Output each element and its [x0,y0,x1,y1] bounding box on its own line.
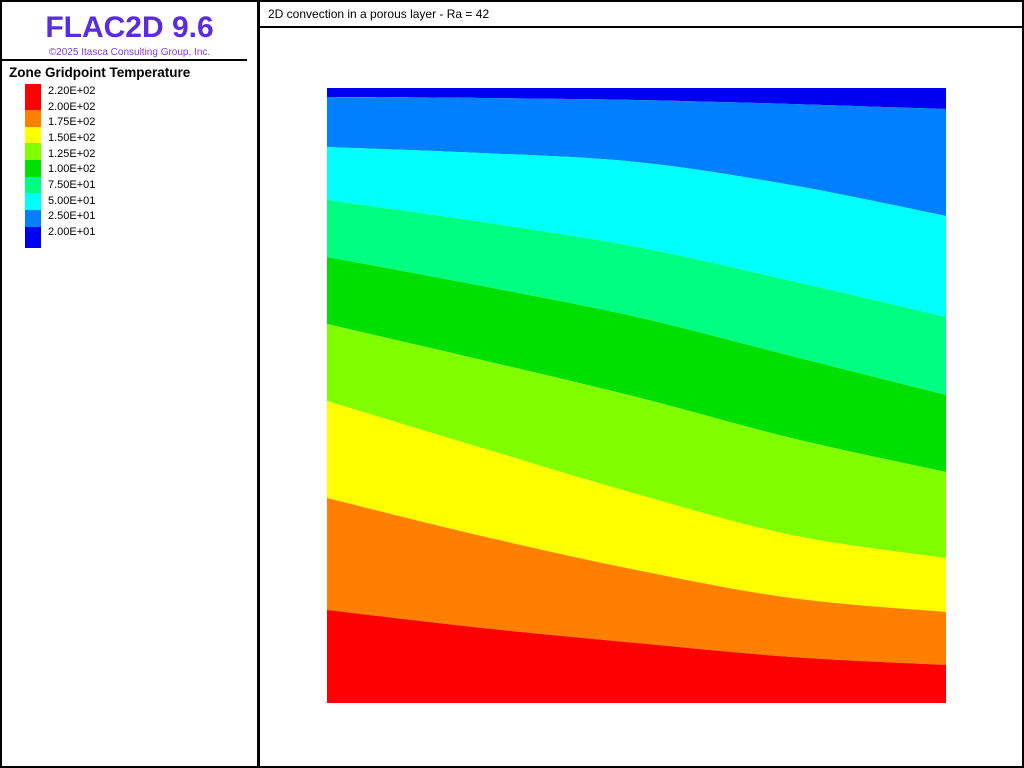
legend-value: 7.50E+01 [48,178,95,194]
app-window: FLAC2D 9.6 ©2025 Itasca Consulting Group… [0,0,1024,768]
legend-color-block [25,210,41,227]
legend-value: 2.00E+02 [48,100,95,116]
legend-values: 2.20E+022.00E+021.75E+021.50E+021.25E+02… [48,84,95,241]
legend-value: 2.00E+01 [48,225,95,241]
app-logo: FLAC2D 9.6 [2,11,257,45]
plot-title-bar: 2D convection in a porous layer - Ra = 4… [260,2,1022,28]
legend-color-block [25,110,41,127]
legend-color-block [25,84,41,110]
panel-divider [257,2,260,766]
legend-color-block [25,127,41,143]
legend-value: 1.75E+02 [48,115,95,131]
legend-value: 1.25E+02 [48,147,95,163]
legend-value: 2.20E+02 [48,84,95,100]
temperature-contour-canvas [327,88,946,703]
legend-color-block [25,160,41,177]
sidebar: FLAC2D 9.6 ©2025 Itasca Consulting Group… [2,2,257,766]
contour-plot [327,88,946,703]
legend-color-block [25,193,41,210]
legend-value: 1.50E+02 [48,131,95,147]
plot-title: 2D convection in a porous layer - Ra = 4… [268,7,489,21]
sidebar-divider-line [2,59,247,61]
legend-color-block [25,227,41,248]
legend-color-block [25,177,41,193]
legend-title: Zone Gridpoint Temperature [9,65,190,80]
legend-value: 1.00E+02 [48,162,95,178]
legend-value: 5.00E+01 [48,194,95,210]
copyright-text: ©2025 Itasca Consulting Group, Inc. [2,47,257,58]
legend-color-block [25,143,41,160]
legend-value: 2.50E+01 [48,209,95,225]
legend-colorbar [25,84,41,248]
